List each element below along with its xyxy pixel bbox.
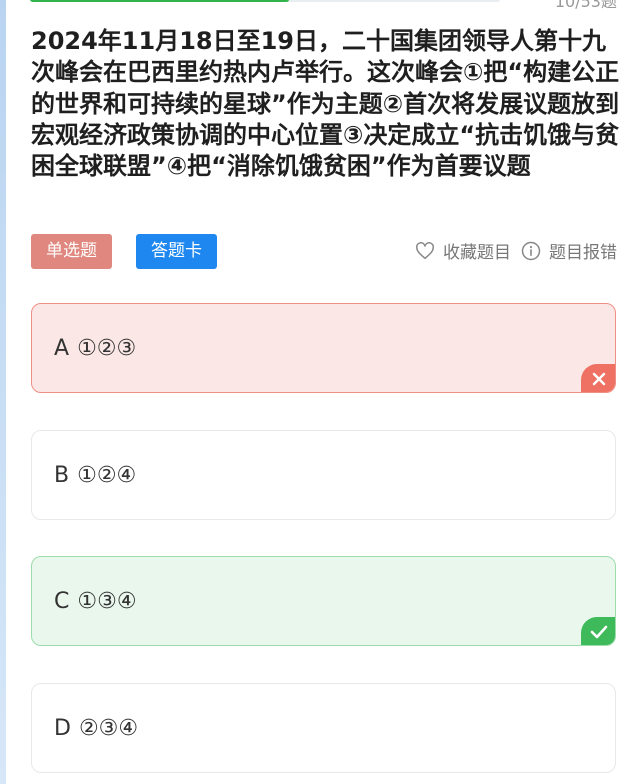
- progress-counter: 10/53题: [554, 0, 617, 11]
- report-error-label: 题目报错: [549, 243, 617, 263]
- answer-card-button[interactable]: 答题卡: [136, 234, 217, 269]
- option-letter: D: [54, 715, 71, 741]
- left-edge-bar: [0, 0, 6, 784]
- option-letter: A: [54, 335, 70, 361]
- info-icon: [521, 241, 541, 260]
- option-text: ②③④: [78, 715, 139, 741]
- favorite-label: 收藏题目: [443, 243, 511, 263]
- option-d[interactable]: D ②③④: [31, 683, 616, 773]
- question-actions: 收藏题目 题目报错: [415, 238, 617, 263]
- progress-fill: [30, 0, 289, 2]
- option-text: ①②④: [77, 462, 137, 488]
- option-letter: B: [54, 462, 70, 488]
- option-a[interactable]: A ①②③: [31, 303, 616, 393]
- wrong-badge: [581, 364, 615, 392]
- option-text: ①③④: [77, 588, 137, 614]
- option-c[interactable]: C ①③④: [31, 556, 616, 646]
- report-error-button[interactable]: 题目报错: [521, 238, 617, 263]
- progress-bar: [30, 0, 500, 2]
- option-text: ①②③: [77, 335, 137, 361]
- question-type-badge: 单选题: [31, 234, 112, 269]
- check-icon: [590, 625, 608, 639]
- option-letter: C: [54, 588, 70, 614]
- option-b[interactable]: B ①②④: [31, 430, 616, 520]
- favorite-button[interactable]: 收藏题目: [415, 238, 511, 263]
- question-text: 2024年11月18日至19日，二十国集团领导人第十九次峰会在巴西里约热内卢举行…: [31, 27, 620, 181]
- correct-badge: [581, 617, 615, 645]
- heart-icon: [416, 241, 434, 259]
- close-icon: [592, 372, 606, 386]
